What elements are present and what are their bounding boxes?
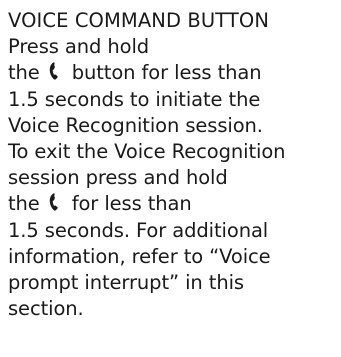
text-line: information, refer to “Voice <box>8 244 271 268</box>
text-line-with-icon: the for less than <box>8 191 338 217</box>
phone-talk-icon <box>46 191 68 213</box>
text-fragment: the <box>8 192 40 216</box>
text-line: 1.5 seconds. For additional <box>8 218 269 242</box>
text-fragment: button for less than <box>71 61 262 85</box>
text-line: prompt interrupt” in this <box>8 271 244 295</box>
voice-command-document: VOICE COMMAND BUTTON Press and hold the b… <box>8 8 338 322</box>
text-line: section. <box>8 297 84 321</box>
text-line: Voice Recognition session. <box>8 113 263 137</box>
text-fragment: the <box>8 61 40 85</box>
text-line: To exit the Voice Recognition <box>8 140 286 164</box>
text-line: Press and hold <box>8 35 150 59</box>
phone-talk-icon <box>46 60 68 82</box>
text-line-with-icon: the button for less than <box>8 60 338 86</box>
text-fragment: for less than <box>71 192 192 216</box>
text-line: session press and hold <box>8 166 228 190</box>
text-line: 1.5 seconds to initiate the <box>8 87 261 111</box>
section-heading: VOICE COMMAND BUTTON <box>8 9 270 32</box>
